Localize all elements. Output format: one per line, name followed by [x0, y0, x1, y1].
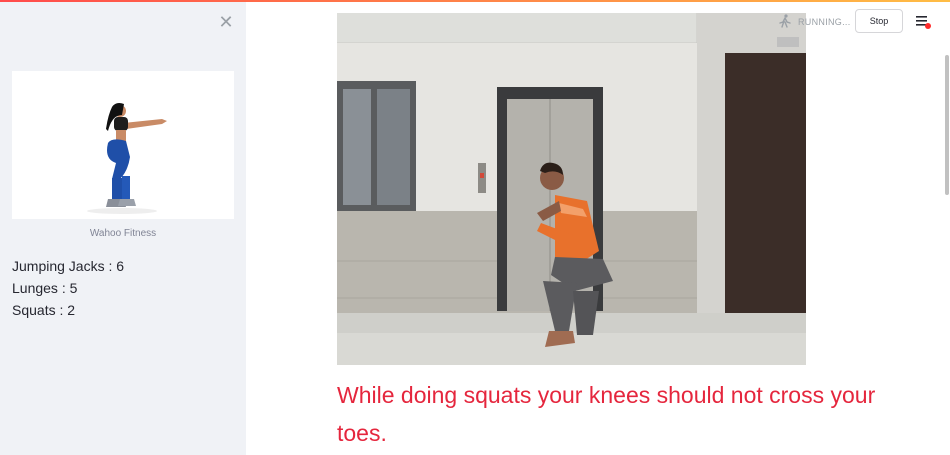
- scrollbar[interactable]: [944, 55, 950, 455]
- notification-dot: [925, 23, 931, 29]
- form-feedback-message: While doing squats your knees should not…: [337, 382, 876, 446]
- webcam-video-feed: [337, 13, 806, 365]
- exercise-count-list: Jumping Jacks : 6 Lunges : 5 Squats : 2: [12, 257, 124, 323]
- stat-squats: Squats : 2: [12, 302, 76, 318]
- stat-jumping-jacks: Jumping Jacks : 6: [12, 258, 125, 274]
- close-icon[interactable]: ✕: [216, 12, 236, 32]
- exercise-demo-image: [12, 71, 234, 219]
- image-caption: Wahoo Fitness: [89, 228, 157, 239]
- running-status-text: RUNNING...: [798, 17, 851, 27]
- sidebar: ✕ Wahoo Fitness Jumping Jacks : 6 Lunges…: [0, 2, 246, 455]
- running-status: RUNNING...: [778, 13, 851, 31]
- stop-button[interactable]: Stop: [855, 9, 903, 33]
- running-man-icon: [778, 14, 792, 30]
- stat-lunges: Lunges : 5: [12, 280, 78, 296]
- scrollbar-thumb[interactable]: [945, 55, 949, 195]
